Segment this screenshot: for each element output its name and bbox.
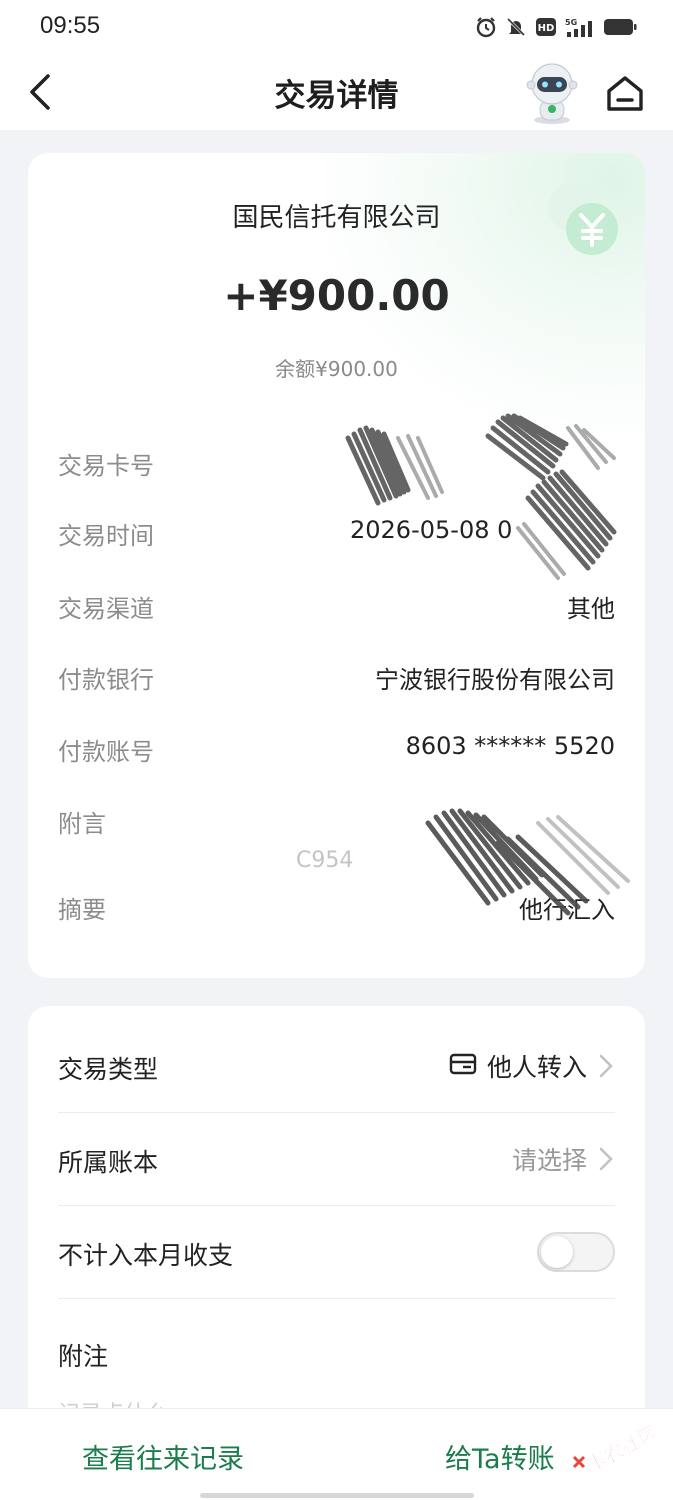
payer-name: 国民信托有限公司 [232, 203, 441, 233]
payer-account-value: 8603 ****** 5520 [405, 732, 615, 760]
channel-label: 交易渠道 [58, 595, 154, 623]
assistant-robot-icon[interactable] [524, 60, 580, 126]
battery-icon [603, 17, 637, 37]
transfer-icon [449, 1052, 477, 1080]
status-icons: HD 5G [475, 14, 637, 40]
transaction-card: 国民信托有限公司 +¥900.00 余额¥900.00 交易卡号 交易时间 20… [28, 153, 645, 978]
payer-bank-value: 宁波银行股份有限公司 [375, 666, 615, 694]
time-label: 交易时间 [58, 522, 154, 550]
nav-bar: 交易详情 [0, 56, 673, 130]
transaction-amount: +¥900.00 [223, 271, 450, 320]
alarm-icon [475, 16, 497, 38]
balance-text: 余额¥900.00 [275, 357, 398, 381]
svg-text:5G: 5G [565, 18, 577, 27]
summary-label: 摘要 [58, 896, 106, 924]
card-number-label: 交易卡号 [58, 452, 154, 480]
settings-card: 交易类型 他人转入 所属账本 请选择 不计入本月收支 附注 记录点什么 [28, 1006, 645, 1426]
transfer-to-them-button[interactable]: 给Ta转账 [445, 1437, 555, 1476]
redaction-scribble [345, 413, 617, 580]
channel-value: 其他 [567, 595, 615, 623]
redaction-scribble [425, 808, 630, 916]
home-button[interactable] [604, 72, 646, 114]
payer-bank-label: 付款银行 [58, 666, 154, 694]
svg-text:卡农社区: 卡农社区 [583, 1421, 661, 1477]
chevron-right-icon [599, 1054, 613, 1078]
chevron-right-icon [599, 1147, 613, 1171]
note-row[interactable]: 附注 [58, 1299, 615, 1392]
home-icon [607, 76, 643, 111]
signal-icon: 5G [565, 16, 595, 38]
transaction-type-row[interactable]: 交易类型 他人转入 [58, 1020, 615, 1113]
hd-icon: HD [535, 17, 557, 37]
ledger-label: 所属账本 [58, 1148, 159, 1177]
ledger-value: 请选择 [511, 1146, 587, 1175]
memo-value: C954 [296, 848, 354, 873]
svg-text:HD: HD [538, 23, 555, 34]
exclude-monthly-label: 不计入本月收支 [58, 1241, 234, 1270]
exclude-monthly-toggle[interactable] [537, 1232, 615, 1272]
memo-label: 附言 [58, 810, 106, 838]
status-bar: 09:55 HD 5G [0, 0, 673, 56]
home-indicator [200, 1493, 474, 1498]
status-time: 09:55 [40, 12, 101, 39]
transaction-type-value: 他人转入 [486, 1053, 587, 1082]
watermark-logo: 卡农社区 [572, 1421, 662, 1477]
ledger-row[interactable]: 所属账本 请选择 [58, 1113, 615, 1206]
note-label: 附注 [58, 1342, 109, 1371]
mute-icon [505, 16, 527, 38]
transaction-type-label: 交易类型 [58, 1055, 159, 1084]
exclude-monthly-row: 不计入本月收支 [58, 1206, 615, 1299]
view-history-button[interactable]: 查看往来记录 [82, 1437, 244, 1476]
toggle-knob [541, 1236, 573, 1268]
payer-account-label: 付款账号 [58, 738, 154, 766]
